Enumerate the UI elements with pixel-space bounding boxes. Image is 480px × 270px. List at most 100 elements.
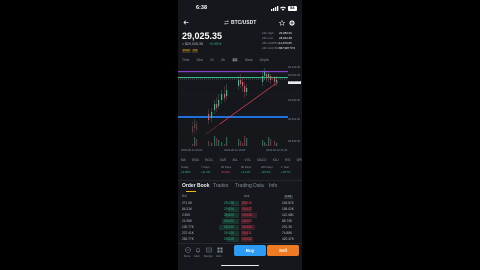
volume-bar (194, 137, 196, 146)
indicator-macd[interactable]: MACD (257, 158, 266, 162)
volume-bar (276, 143, 278, 146)
orderbook-header-bid: Bid (182, 194, 187, 198)
bid-price: 29,025 (224, 201, 234, 205)
fiat-price: ≈ $29,025.35 (182, 42, 203, 46)
indicator-avl[interactable]: AVL (232, 158, 238, 162)
volume-bar (218, 140, 220, 146)
margin-icon[interactable] (206, 247, 212, 253)
time-axis-label-1: 2023-06-12 09:00 (181, 149, 203, 152)
tab-trading-data[interactable]: Trading Data (235, 183, 264, 189)
volume-bar (240, 141, 242, 146)
tab-order-book[interactable]: Order Book (182, 183, 210, 189)
performance-row: Today +0.05% 7 Days +11.2% 30 Days -8.42… (181, 166, 301, 176)
tab-trades[interactable]: Trades (213, 183, 228, 189)
indicator-vol[interactable]: VOL (244, 158, 250, 162)
bid-price: 29,021 (224, 225, 234, 229)
indicator-ma[interactable]: MA (181, 158, 186, 162)
ask-quantity: 156.02K (282, 207, 294, 211)
stat-label-vol-btc: 24h Vol(BTC) (262, 41, 280, 45)
perf-label-180d: 180 Days (261, 165, 273, 169)
sell-button[interactable]: Sell (267, 245, 299, 256)
price-change: +0.05% (209, 42, 222, 46)
perf-label-7d: 7 Days (201, 165, 210, 169)
timeframe-15m[interactable]: 15m (196, 58, 203, 62)
margin-label: Margin (204, 254, 213, 258)
alert-bell-icon[interactable] (195, 247, 201, 253)
timeframe-more[interactable]: More (245, 58, 253, 62)
favorite-star-icon[interactable] (279, 19, 285, 26)
candlestick-chart[interactable] (178, 64, 302, 154)
perf-value-30d: -8.42% (221, 169, 230, 174)
share-icon[interactable] (289, 19, 295, 26)
indicator-rsi[interactable]: RSI (285, 158, 290, 162)
tab-info[interactable]: Info (269, 183, 277, 189)
indicator-band-blue (178, 116, 288, 118)
active-tab-indicator (186, 190, 196, 192)
timeframe-1d[interactable]: 1D (231, 58, 238, 62)
stat-value-low: 28,942.38 (279, 36, 292, 40)
candle-body (262, 76, 264, 82)
indicator-ema[interactable]: EMA (192, 158, 199, 162)
candle-body (268, 74, 270, 78)
stat-value-vol-btc: 11,979.65 (279, 41, 292, 45)
price-axis-label-1: 29,100.00 (288, 66, 300, 69)
volume-bar (211, 143, 213, 146)
candle-body (244, 86, 246, 92)
volume-bar (216, 138, 218, 146)
wifi-icon (280, 6, 286, 11)
timeframe-time[interactable]: Time (182, 58, 189, 62)
candle-body (242, 82, 244, 86)
grid-icon[interactable] (217, 247, 223, 253)
indicator-wr[interactable]: WR (297, 158, 302, 162)
volume-bar (224, 144, 226, 146)
status-time: 6:38 (196, 5, 208, 11)
perf-value-1y: +18.7% (281, 169, 291, 174)
timeframe-depth[interactable]: Depth (260, 58, 269, 62)
bid-price: 29,019 (224, 237, 234, 241)
swap-icon[interactable] (224, 20, 229, 25)
candle-body (208, 114, 210, 120)
timeframe-4h[interactable]: 4h (221, 58, 225, 62)
bid-price: 29,024 (224, 207, 234, 211)
pair-title[interactable]: BTC/USDT (231, 20, 256, 26)
candle-body (238, 80, 240, 86)
buy-button[interactable]: Buy (234, 245, 266, 256)
stat-value-high: 29,080.00 (279, 31, 292, 35)
price-axis-label-5: 28,940.00 (288, 140, 300, 143)
ask-quantity: 163.87K (282, 201, 294, 205)
ask-quantity: 74.88K (282, 231, 293, 235)
volume-bar (192, 144, 194, 146)
volume-bar (246, 138, 248, 146)
indicator-band-purple (178, 71, 288, 73)
indicator-sar[interactable]: SAR (220, 158, 227, 162)
ask-quantity: 112.45K (282, 213, 294, 217)
volume-bar (268, 137, 270, 146)
timeframe-1h[interactable]: 1h (210, 58, 214, 62)
precision-select[interactable]: 0.01 (284, 194, 293, 199)
bid-quantity: 271.5K (182, 201, 193, 205)
candle-body (216, 104, 218, 108)
volume-bar (238, 139, 240, 146)
indicator-kdj[interactable]: KDJ (273, 158, 279, 162)
grid-label: Grid (216, 254, 222, 258)
volume-bar (226, 137, 228, 146)
perf-value-90d: +3.11% (241, 169, 251, 174)
ask-price: 29,030 (242, 225, 252, 229)
divider (178, 180, 302, 181)
price-axis-current: 29,025.35 (288, 80, 301, 85)
bid-price: 29,020 (224, 231, 234, 235)
candle-body (264, 72, 266, 76)
ask-quantity: 88.73K (282, 219, 293, 223)
indicator-boll[interactable]: BOLL (205, 158, 213, 162)
stat-label-low: 24h Low (262, 36, 273, 40)
more-icon[interactable] (185, 247, 191, 253)
volume-bar (274, 141, 276, 146)
price-axis-label-2: 29,060.00 (288, 74, 300, 77)
candle-body (224, 94, 226, 98)
back-arrow-icon[interactable] (183, 20, 189, 25)
more-label: More (184, 254, 191, 258)
bid-quantity: 84.31K (182, 207, 193, 211)
candle-body (276, 80, 278, 82)
orderbook-header-ask: Ask (244, 194, 250, 198)
ask-price: 29,027 (242, 207, 252, 211)
